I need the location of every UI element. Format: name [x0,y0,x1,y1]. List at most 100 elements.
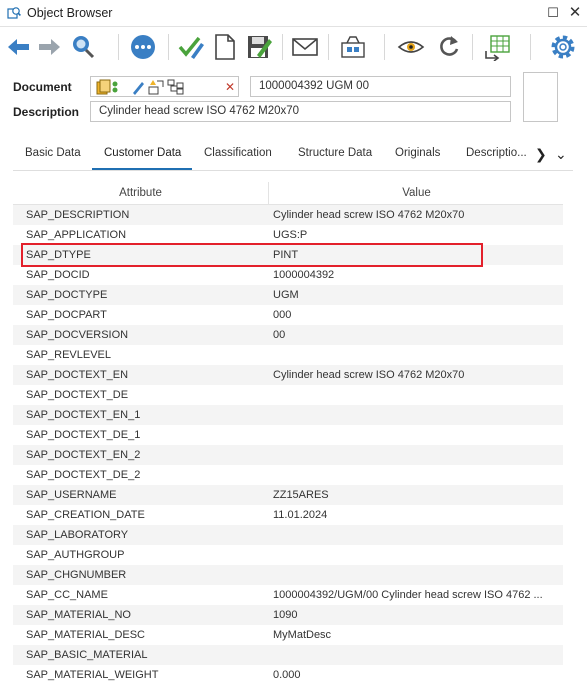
structure-icon [167,79,184,95]
refresh-icon[interactable] [434,32,464,62]
table-row[interactable]: SAP_DESCRIPTION Cylinder head screw ISO 4… [13,205,563,225]
document-type-icon [96,79,118,95]
attribute-cell: SAP_DOCTEXT_EN_2 [26,449,141,461]
table-row[interactable]: SAP_REVLEVEL [13,345,563,365]
value-cell [273,345,557,365]
attribute-cell: SAP_DESCRIPTION [26,209,130,221]
table-row[interactable]: SAP_CREATION_DATE 11.01.2024 [13,505,563,525]
edit-icon [133,82,144,95]
settings-icon[interactable] [548,32,578,62]
save-edit-icon[interactable] [244,32,274,62]
table-row[interactable]: SAP_DOCTEXT_EN_1 [13,405,563,425]
close-icon[interactable]: ✕ [566,4,584,22]
table-row[interactable]: SAP_AUTHGROUP [13,545,563,565]
value-cell [273,565,557,585]
value-cell [273,465,557,485]
tab-customer-data[interactable]: Customer Data [104,147,181,159]
check-edit-icon[interactable] [176,32,206,62]
document-label: Document [13,80,72,94]
attribute-cell: SAP_CC_NAME [26,589,108,601]
description-field[interactable]: Cylinder head screw ISO 4762 M20x70 [90,101,511,122]
table-row[interactable]: SAP_DOCPART 000 [13,305,563,325]
table-row[interactable]: SAP_DOCTEXT_DE [13,385,563,405]
new-document-icon[interactable] [210,32,240,62]
value-cell: UGS:P [273,229,308,241]
attribute-cell: SAP_MATERIAL_WEIGHT [26,669,159,681]
object-browser-icon [7,7,21,19]
value-cell: Cylinder head screw ISO 4762 M20x70 [273,369,465,381]
find-object-icon[interactable] [68,32,98,62]
value-cell: 1090 [273,609,298,621]
more-icon[interactable] [128,32,158,62]
value-cell: 000 [273,309,292,321]
value-cell [273,385,557,405]
table-row[interactable]: SAP_DTYPE PINT [13,245,563,265]
table-row[interactable]: SAP_MATERIAL_WEIGHT 0.000 [13,665,563,685]
table-row[interactable]: SAP_CC_NAME 1000004392/UGM/00 Cylinder he… [13,585,563,605]
tab-classification[interactable]: Classification [204,147,272,159]
where-used-icon[interactable] [338,32,368,62]
column-header-value[interactable]: Value [270,182,563,204]
table-row[interactable]: SAP_DOCID 1000004392 [13,265,563,285]
attribute-cell: SAP_BASIC_MATERIAL [26,649,148,661]
table-row[interactable]: SAP_DOCVERSION 00 [13,325,563,345]
table-row[interactable]: SAP_USERNAME ZZ15ARES [13,485,563,505]
attribute-cell: SAP_APPLICATION [26,229,127,241]
clear-icon[interactable]: ✕ [225,80,235,94]
attribute-cell: SAP_MATERIAL_NO [26,609,131,621]
value-cell: PINT [273,249,299,261]
table-row[interactable]: SAP_DOCTYPE UGM [13,285,563,305]
attribute-cell: SAP_DOCTEXT_EN [26,369,129,381]
value-cell: 11.01.2024 [273,509,328,521]
document-icons-field[interactable]: ✕ [90,76,239,97]
attribute-cell: SAP_DOCPART [26,309,107,321]
tab-basic-data[interactable]: Basic Data [25,147,81,159]
toolbar-separator [282,34,283,60]
maximize-icon[interactable]: ☐ [544,4,562,22]
table-row[interactable]: SAP_MATERIAL_NO 1090 [13,605,563,625]
tab-originals[interactable]: Originals [395,147,440,159]
value-cell [273,425,557,445]
value-cell [273,405,557,425]
attribute-cell: SAP_CHGNUMBER [26,569,127,581]
table-row[interactable]: SAP_APPLICATION UGS:P [13,225,563,245]
display-icon[interactable] [396,32,426,62]
window-title: Object Browser [27,6,113,20]
active-tab-indicator [92,168,192,170]
back-icon[interactable] [4,32,34,62]
table-row[interactable]: SAP_BASIC_MATERIAL [13,645,563,665]
value-cell: 1000004392 [273,269,335,281]
attribute-cell: SAP_USERNAME [26,489,117,501]
table-row[interactable]: SAP_DOCTEXT_DE_2 [13,465,563,485]
attribute-cell: SAP_LABORATORY [26,529,129,541]
value-cell: MyMatDesc [273,629,332,641]
tab-structure-data[interactable]: Structure Data [298,147,372,159]
attribute-cell: SAP_DOCTEXT_EN_1 [26,409,141,421]
toolbar-separator [118,34,119,60]
tab-descriptions[interactable]: Descriptio... [466,147,527,159]
attribute-cell: SAP_CREATION_DATE [26,509,145,521]
table-row[interactable]: SAP_LABORATORY [13,525,563,545]
table-row[interactable]: SAP_DOCTEXT_EN_2 [13,445,563,465]
column-header-attribute[interactable]: Attribute [13,182,269,204]
attribute-cell: SAP_DTYPE [26,249,91,261]
chevron-right-icon[interactable]: ❯ [535,146,547,163]
value-cell [273,645,557,665]
value-cell [273,445,557,465]
forward-icon[interactable] [34,32,64,62]
attribute-cell: SAP_DOCTEXT_DE [26,389,129,401]
document-number-field[interactable]: 1000004392 UGM 00 [250,76,511,97]
title-bar: Object Browser ☐ ✕ [0,0,587,27]
table-row[interactable]: SAP_DOCTEXT_EN Cylinder head screw ISO 47… [13,365,563,385]
mail-icon[interactable] [290,32,320,62]
document-thumbnail [523,72,558,122]
export-table-icon[interactable] [482,32,512,62]
description-label: Description [13,105,80,119]
table-row[interactable]: SAP_DOCTEXT_DE_1 [13,425,563,445]
table-row[interactable]: SAP_MATERIAL_DESC MyMatDesc [13,625,563,645]
table-row[interactable]: SAP_CHGNUMBER [13,565,563,585]
chevron-down-icon[interactable]: ⌄ [555,146,567,163]
attribute-cell: SAP_DOCID [26,269,90,281]
table-header: Attribute Value [13,182,563,205]
attribute-cell: SAP_DOCTEXT_DE_1 [26,429,141,441]
